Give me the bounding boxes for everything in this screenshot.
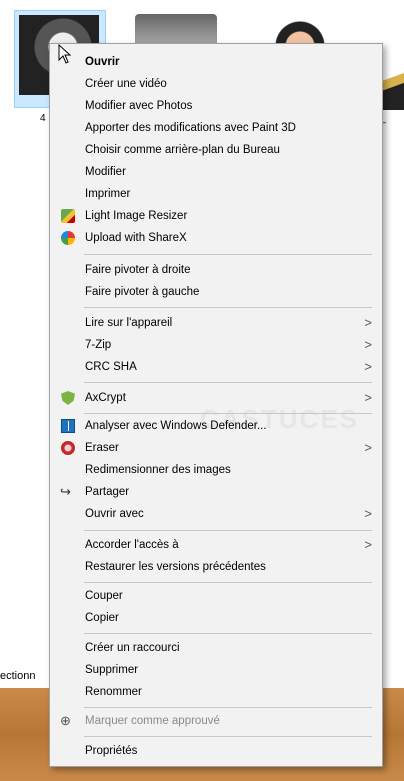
- menu-item-restore-versions[interactable]: Restaurer les versions précédentes: [50, 556, 382, 578]
- menu-item-cut[interactable]: Couper: [50, 585, 382, 607]
- status-text: ectionn: [0, 670, 36, 682]
- menu-item-label: CRC SHA: [85, 361, 137, 373]
- thumbnail-partial[interactable]: [380, 55, 404, 110]
- menu-separator: [84, 307, 372, 308]
- menu-item-label: Créer un raccourci: [85, 642, 180, 654]
- context-menu: CASTUCES Ouvrir Créer une vidéo Modifier…: [49, 43, 383, 767]
- menu-separator: [84, 633, 372, 634]
- menu-item-label: Eraser: [85, 442, 119, 454]
- menu-item-set-wallpaper[interactable]: Choisir comme arrière-plan du Bureau: [50, 139, 382, 161]
- menu-item-sharex[interactable]: Upload with ShareX: [50, 227, 382, 249]
- axcrypt-icon: [61, 391, 75, 405]
- light-image-resizer-icon: [61, 209, 75, 223]
- menu-item-eraser[interactable]: Eraser >: [50, 437, 382, 459]
- chevron-right-icon: >: [364, 359, 372, 374]
- menu-item-label: Accorder l'accès à: [85, 539, 179, 551]
- menu-item-mark-approved: ⊕ Marquer comme approuvé: [50, 710, 382, 732]
- menu-item-cast-to-device[interactable]: Lire sur l'appareil >: [50, 312, 382, 334]
- menu-separator: [84, 582, 372, 583]
- menu-item-label: Lire sur l'appareil: [85, 317, 173, 329]
- menu-item-delete[interactable]: Supprimer: [50, 659, 382, 681]
- menu-item-open[interactable]: Ouvrir: [50, 51, 382, 73]
- chevron-right-icon: >: [364, 315, 372, 330]
- menu-item-label: Créer une vidéo: [85, 78, 167, 90]
- menu-item-label: Analyser avec Windows Defender...: [85, 420, 267, 432]
- menu-item-label: Imprimer: [85, 188, 131, 200]
- menu-item-copy[interactable]: Copier: [50, 607, 382, 629]
- menu-item-label: Light Image Resizer: [85, 210, 188, 222]
- menu-item-share[interactable]: ↪ Partager: [50, 481, 382, 503]
- menu-item-give-access[interactable]: Accorder l'accès à >: [50, 534, 382, 556]
- menu-item-label: Faire pivoter à gauche: [85, 286, 200, 298]
- menu-separator: [84, 382, 372, 383]
- menu-item-create-shortcut[interactable]: Créer un raccourci: [50, 637, 382, 659]
- menu-item-label: Supprimer: [85, 664, 139, 676]
- menu-item-label: 7-Zip: [85, 339, 112, 351]
- menu-item-crc-sha[interactable]: CRC SHA >: [50, 356, 382, 378]
- menu-item-label: Redimensionner des images: [85, 464, 231, 476]
- menu-separator: [84, 707, 372, 708]
- menu-item-resize-images[interactable]: Redimensionner des images: [50, 459, 382, 481]
- chevron-right-icon: >: [364, 390, 372, 405]
- share-icon: ↪: [60, 484, 71, 499]
- menu-item-label: Couper: [85, 590, 123, 602]
- menu-item-create-video[interactable]: Créer une vidéo: [50, 73, 382, 95]
- menu-item-label: Faire pivoter à droite: [85, 264, 191, 276]
- menu-item-label: Ouvrir: [85, 56, 120, 68]
- eraser-icon: [61, 441, 75, 455]
- menu-item-properties[interactable]: Propriétés: [50, 740, 382, 762]
- chevron-right-icon: >: [364, 440, 372, 455]
- menu-item-axcrypt[interactable]: AxCrypt >: [50, 387, 382, 409]
- chevron-right-icon: >: [364, 537, 372, 552]
- menu-item-rotate-right[interactable]: Faire pivoter à droite: [50, 259, 382, 281]
- chevron-right-icon: >: [364, 337, 372, 352]
- menu-item-paint3d[interactable]: Apporter des modifications avec Paint 3D: [50, 117, 382, 139]
- defender-icon: [61, 419, 75, 433]
- menu-item-print[interactable]: Imprimer: [50, 183, 382, 205]
- menu-item-rename[interactable]: Renommer: [50, 681, 382, 703]
- menu-item-open-with[interactable]: Ouvrir avec >: [50, 503, 382, 525]
- menu-item-label: Upload with ShareX: [85, 232, 187, 244]
- menu-item-label: Restaurer les versions précédentes: [85, 561, 266, 573]
- thumbnail-label: 4: [40, 113, 46, 124]
- menu-item-edit-photos[interactable]: Modifier avec Photos: [50, 95, 382, 117]
- menu-item-label: Copier: [85, 612, 119, 624]
- menu-item-label: AxCrypt: [85, 392, 126, 404]
- menu-separator: [84, 736, 372, 737]
- menu-separator: [84, 530, 372, 531]
- approve-icon: ⊕: [60, 713, 71, 728]
- menu-separator: [84, 413, 372, 414]
- menu-item-label: Choisir comme arrière-plan du Bureau: [85, 144, 280, 156]
- menu-item-label: Ouvrir avec: [85, 508, 144, 520]
- menu-item-label: Modifier avec Photos: [85, 100, 193, 112]
- sharex-icon: [61, 231, 75, 245]
- chevron-right-icon: >: [364, 506, 372, 521]
- menu-item-rotate-left[interactable]: Faire pivoter à gauche: [50, 281, 382, 303]
- menu-item-light-image-resizer[interactable]: Light Image Resizer: [50, 205, 382, 227]
- menu-item-windows-defender[interactable]: Analyser avec Windows Defender...: [50, 415, 382, 437]
- menu-item-label: Modifier: [85, 166, 126, 178]
- menu-item-label: Marquer comme approuvé: [85, 715, 220, 727]
- menu-item-label: Renommer: [85, 686, 142, 698]
- menu-item-label: Propriétés: [85, 745, 138, 757]
- menu-item-label: Apporter des modifications avec Paint 3D: [85, 122, 296, 134]
- menu-item-edit[interactable]: Modifier: [50, 161, 382, 183]
- menu-item-label: Partager: [85, 486, 130, 498]
- menu-item-7zip[interactable]: 7-Zip >: [50, 334, 382, 356]
- menu-separator: [84, 254, 372, 255]
